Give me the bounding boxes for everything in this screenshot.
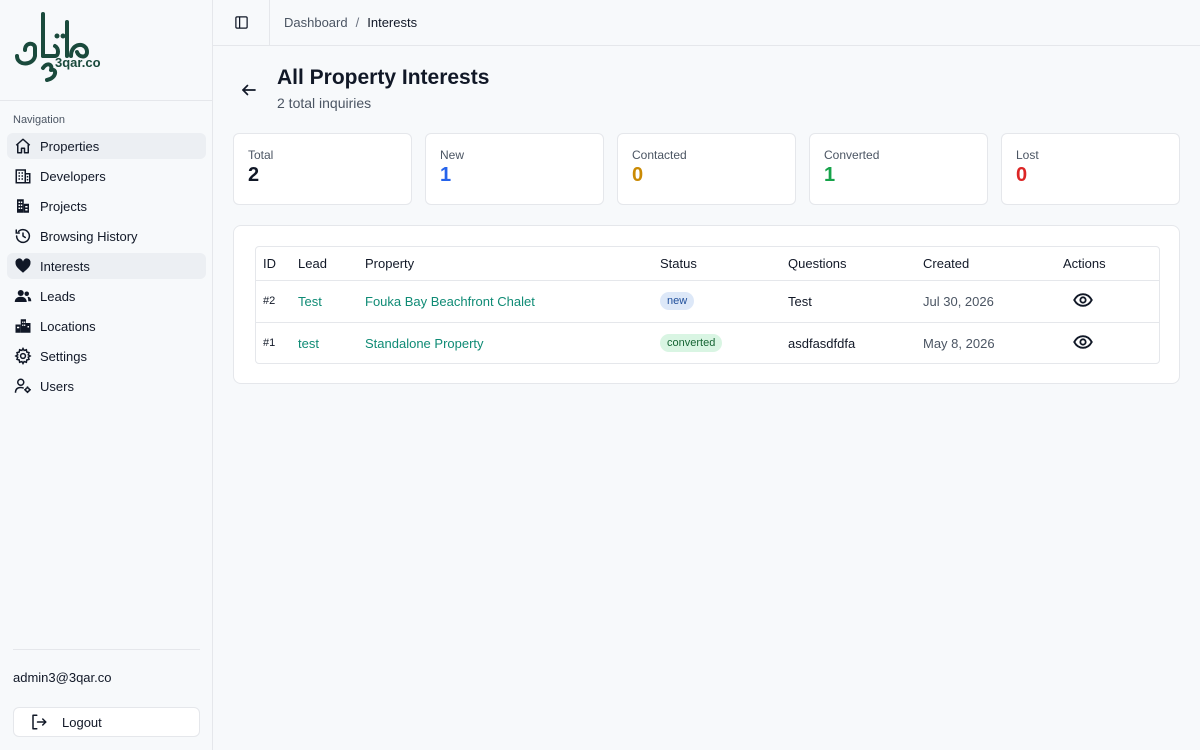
brand-logo[interactable]: 3qar.co [13, 12, 103, 90]
column-header-questions: Questions [788, 247, 923, 281]
sidebar-item-label: Developers [40, 168, 106, 184]
row-id: #1 [263, 337, 276, 350]
sidebar-item-properties[interactable]: Properties [7, 133, 206, 159]
sidebar-item-label: Settings [40, 348, 87, 364]
stat-card-new: New 1 [425, 133, 604, 205]
table-row: #1 test Standalone Property converted as… [256, 322, 1159, 364]
topbar: Dashboard / Interests [213, 0, 1200, 46]
stat-value: 1 [440, 164, 452, 186]
city-icon [14, 317, 32, 335]
row-questions: asdfasdfdfa [788, 335, 856, 351]
sidebar-item-interests[interactable]: Interests [7, 253, 206, 279]
row-created: Jul 30, 2026 [923, 280, 1063, 323]
status-badge: converted [660, 334, 723, 353]
breadcrumb-separator: / [355, 15, 360, 30]
page-title: All Property Interests [277, 66, 490, 89]
logout-label: Logout [62, 714, 102, 730]
stat-value: 1 [824, 164, 836, 186]
lead-link[interactable]: test [298, 336, 319, 351]
sidebar-item-label: Users [40, 378, 74, 394]
buildings-icon [14, 197, 32, 215]
stat-value: 0 [1016, 164, 1028, 186]
sidebar-item-settings[interactable]: Settings [7, 343, 206, 369]
arrow-left-icon [242, 84, 256, 96]
logo-area: 3qar.co [0, 0, 212, 101]
column-header-lead: Lead [298, 247, 365, 281]
sidebar-item-label: Browsing History [40, 228, 138, 244]
lead-link[interactable]: Test [298, 294, 322, 309]
users-icon [14, 287, 32, 305]
eye-icon [1073, 335, 1093, 350]
nav-heading: Navigation [13, 114, 65, 126]
stat-label: Total [248, 148, 274, 162]
sidebar-item-browsing-history[interactable]: Browsing History [7, 223, 206, 249]
interests-table-container: ID Lead Property Status Questions Create… [255, 246, 1160, 364]
interests-table: ID Lead Property Status Questions Create… [256, 247, 1159, 364]
sidebar-item-label: Properties [40, 138, 100, 154]
sidebar-item-developers[interactable]: Developers [7, 163, 206, 189]
sidebar-item-label: Interests [40, 258, 90, 274]
sidebar-item-projects[interactable]: Projects [7, 193, 206, 219]
sidebar-item-label: Leads [40, 288, 76, 304]
sidebar: 3qar.co Navigation Properties Developers… [0, 0, 213, 750]
table-row: #2 Test Fouka Bay Beachfront Chalet new … [256, 280, 1159, 323]
column-header-actions: Actions [1063, 247, 1159, 281]
eye-icon [1073, 293, 1093, 307]
gear-icon [14, 347, 32, 365]
sidebar-toggle-icon [234, 16, 248, 29]
stat-value: 0 [632, 164, 644, 186]
page-subtitle: 2 total inquiries [277, 95, 372, 111]
breadcrumb-current: Interests [367, 15, 418, 30]
property-link[interactable]: Fouka Bay Beachfront Chalet [365, 294, 535, 309]
user-email: admin3@3qar.co [13, 670, 112, 685]
stat-label: Lost [1016, 148, 1039, 162]
column-header-property: Property [365, 247, 660, 281]
sidebar-item-leads[interactable]: Leads [7, 283, 206, 309]
user-cog-icon [14, 377, 32, 395]
view-button[interactable] [1072, 331, 1094, 353]
breadcrumb-dashboard-link[interactable]: Dashboard [284, 15, 348, 30]
building-icon [14, 167, 32, 185]
stat-label: Converted [824, 148, 880, 162]
history-icon [14, 227, 32, 245]
stat-value: 2 [248, 164, 260, 186]
column-header-id: ID [256, 247, 298, 281]
stat-card-contacted: Contacted 0 [617, 133, 796, 205]
sidebar-nav: Properties Developers Projects Browsing … [7, 133, 206, 403]
home-icon [14, 137, 32, 155]
back-button[interactable] [238, 79, 260, 101]
interests-panel: ID Lead Property Status Questions Create… [233, 225, 1180, 384]
stat-card-lost: Lost 0 [1001, 133, 1180, 205]
table-header-row: ID Lead Property Status Questions Create… [256, 247, 1159, 281]
sidebar-toggle-button[interactable] [213, 0, 270, 46]
sidebar-item-users[interactable]: Users [7, 373, 206, 399]
stat-label: New [440, 148, 465, 162]
view-button[interactable] [1072, 289, 1094, 311]
sidebar-item-label: Projects [40, 198, 87, 214]
stat-card-converted: Converted 1 [809, 133, 988, 205]
row-created: May 8, 2026 [923, 335, 995, 351]
sidebar-item-locations[interactable]: Locations [7, 313, 206, 339]
column-header-created: Created [923, 247, 1063, 281]
stat-card-total: Total 2 [233, 133, 412, 205]
sidebar-item-label: Locations [40, 318, 96, 334]
logout-icon [32, 714, 47, 730]
row-id: #2 [256, 280, 298, 323]
logout-button[interactable]: Logout [13, 707, 200, 737]
row-questions: Test [788, 280, 923, 323]
breadcrumb: Dashboard / Interests [284, 15, 417, 30]
sidebar-divider [13, 649, 200, 650]
stat-label: Contacted [632, 148, 687, 162]
property-link[interactable]: Standalone Property [365, 336, 484, 351]
status-badge: new [660, 292, 695, 310]
logo-latin-text: 3qar.co [55, 55, 101, 70]
column-header-status: Status [660, 247, 788, 281]
heart-icon [14, 257, 32, 275]
